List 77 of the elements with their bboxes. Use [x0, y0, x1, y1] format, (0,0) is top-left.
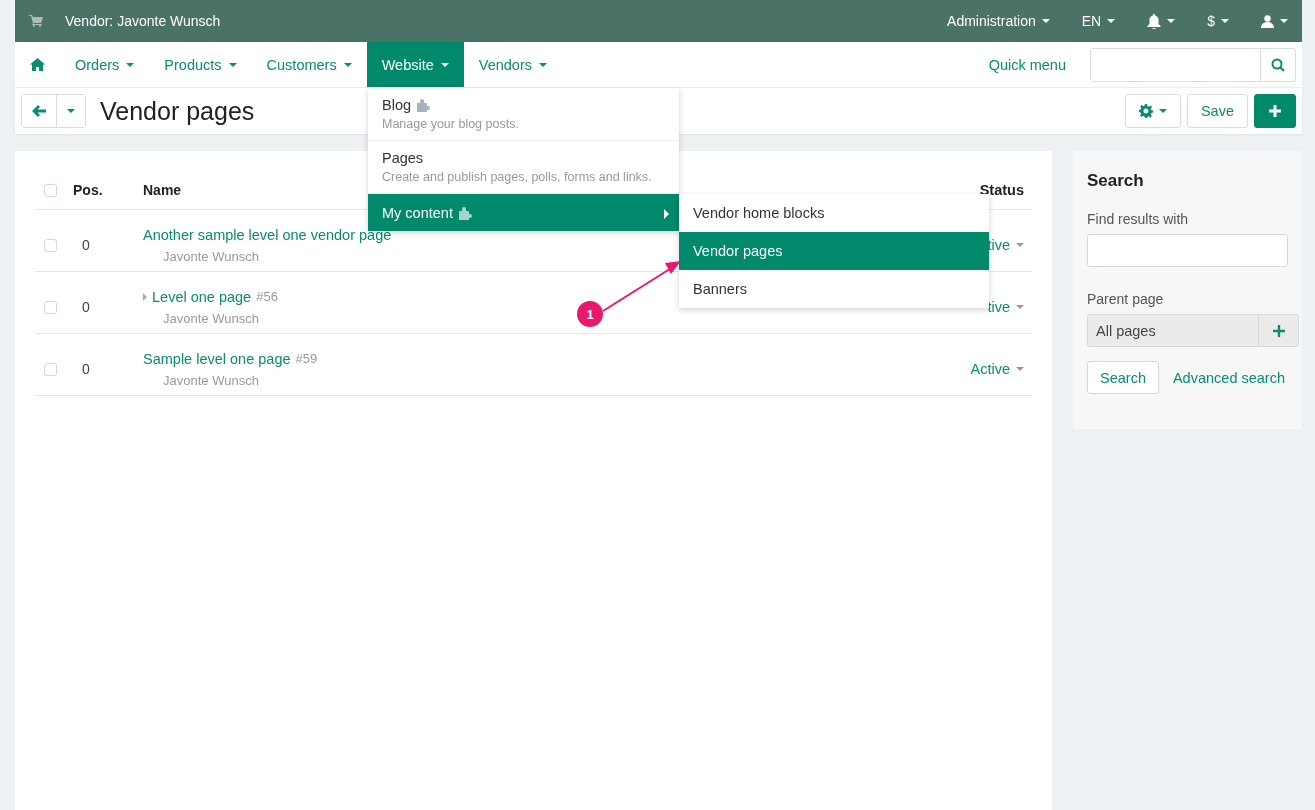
column-header: Pos. [73, 182, 103, 198]
nav-item[interactable]: Website [366, 42, 464, 87]
submenu-item[interactable]: Vendor pages [679, 232, 989, 270]
home-icon [30, 58, 45, 71]
caret-icon [1167, 19, 1176, 23]
page-link[interactable]: Sample level one page [143, 350, 291, 367]
position-cell-text: 0 [81, 361, 91, 377]
caret-icon [343, 62, 352, 67]
advanced-search-link[interactable]: Advanced search [1172, 369, 1285, 386]
notifications-menu[interactable] [1147, 13, 1176, 29]
plus-icon [1269, 105, 1281, 117]
row-checkbox[interactable] [44, 300, 57, 314]
gear-icon [1138, 104, 1153, 118]
top-menu[interactable]: $ [1207, 13, 1229, 29]
user-icon [1261, 14, 1274, 28]
back-menu-button[interactable] [56, 95, 85, 127]
page-author: Javonte Wunsch [163, 310, 259, 326]
nav-item[interactable]: Customers [251, 42, 367, 87]
menu-item-label: Pages [382, 149, 424, 167]
caret-icon [228, 62, 237, 67]
field-label: Parent page [1087, 291, 1165, 307]
expand-icon[interactable] [143, 292, 147, 301]
page-author: Javonte Wunsch [163, 372, 259, 388]
bell-icon [1147, 13, 1162, 29]
submenu-item[interactable]: Banners [679, 270, 989, 308]
arrow-left-icon [32, 105, 46, 117]
caret-icon [1016, 367, 1024, 371]
position-cell-text: 0 [81, 237, 91, 253]
search-heading: Search [1087, 171, 1145, 191]
search-icon[interactable] [1271, 57, 1285, 72]
cart-icon [29, 15, 43, 27]
column-header: Name [143, 182, 182, 198]
nav-item[interactable]: Products [149, 42, 252, 87]
caret-icon [1221, 19, 1229, 23]
menu-item-description: Create and publish pages, polls, forms and links. [382, 170, 653, 185]
row-checkbox[interactable] [44, 238, 57, 252]
caret-icon [1041, 19, 1050, 23]
add-button[interactable] [1254, 94, 1296, 128]
settings-button[interactable] [1124, 94, 1181, 128]
status-dropdown[interactable]: Active [970, 361, 1032, 377]
caret-icon [1280, 19, 1288, 23]
user-menu[interactable] [1261, 14, 1288, 28]
menu-item[interactable]: My content [368, 194, 679, 231]
search-input-field[interactable] [1087, 234, 1288, 267]
caret-icon [1016, 305, 1024, 309]
caret-icon [1107, 19, 1116, 23]
quick-menu-link[interactable]: Quick menu [988, 56, 1066, 73]
plus-icon[interactable] [1272, 324, 1285, 337]
caret-icon [1016, 243, 1024, 247]
parent-page-select[interactable]: All pages [1087, 314, 1299, 347]
nav-item[interactable]: Orders [60, 42, 150, 87]
row-checkbox[interactable] [44, 362, 57, 376]
status-dropdown[interactable]: tive [987, 299, 1032, 315]
position-cell-text: 0 [81, 299, 91, 315]
field-label: Find results with [1087, 211, 1190, 227]
caret-icon [126, 62, 135, 67]
menu-item-label: Blog [382, 96, 412, 114]
submenu-arrow-icon [664, 209, 669, 219]
page-author: Javonte Wunsch [163, 248, 259, 264]
select-all-checkbox[interactable] [44, 183, 57, 197]
top-menu[interactable]: EN [1081, 13, 1116, 29]
caret-icon [1158, 109, 1167, 113]
save-button[interactable]: Save [1186, 94, 1248, 128]
page-title: Vendor pages [100, 96, 255, 126]
quick-search-field[interactable] [1090, 47, 1296, 82]
caret-icon [440, 62, 449, 67]
menu-item-label: My content [382, 204, 453, 222]
nav-item[interactable]: Vendors [463, 42, 562, 87]
page-id: #59 [295, 351, 318, 366]
top-menu[interactable]: Administration [947, 13, 1050, 29]
caret-icon [539, 62, 547, 67]
search-button[interactable]: Search [1087, 361, 1159, 394]
caret-icon [67, 109, 75, 113]
menu-item-description: Manage your blog posts. [382, 117, 520, 132]
vendor-title: Vendor: Javonte Wunsch [65, 13, 222, 29]
page-id: #56 [256, 289, 278, 304]
page-link[interactable]: Level one page [152, 288, 252, 305]
